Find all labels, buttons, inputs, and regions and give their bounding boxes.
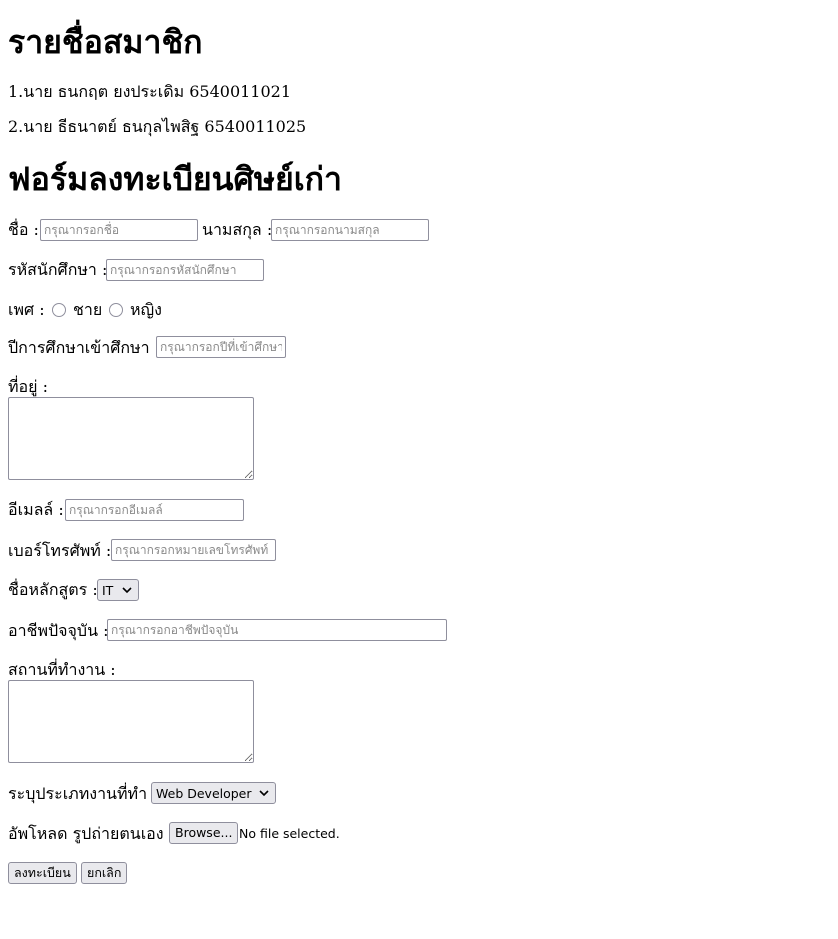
form-title: ฟอร์มลงทะเบียนศิษย์เก่า [8, 160, 342, 198]
workplace-label: สถานที่ทำงาน : [8, 660, 116, 679]
gender-male-radio[interactable] [52, 303, 66, 317]
student-id-input[interactable] [106, 259, 264, 281]
members-title: รายชื่อสมาชิก [8, 23, 203, 61]
student-id-label: รหัสนักศึกษา : [8, 260, 108, 279]
member-item-1: 1.นาย ธนกฤต ยงประเดิม 6540011021 [8, 82, 292, 101]
entry-year-label: ปีการศึกษาเข้าศึกษา : [8, 338, 161, 357]
first-name-label: ชื่อ : [8, 220, 39, 239]
course-select[interactable]: IT [97, 579, 139, 601]
last-name-label: นามสกุล : [202, 220, 273, 239]
chevron-down-icon [122, 587, 132, 594]
member-item-2: 2.นาย ธีธนาตย์ ธนกุลไพสิฐ 6540011025 [8, 117, 307, 136]
job-type-selected-value: Web Developer [156, 785, 252, 801]
first-name-input[interactable] [40, 219, 198, 241]
phone-input[interactable] [111, 539, 276, 561]
register-button[interactable]: ลงทะเบียน [8, 862, 77, 884]
last-name-input[interactable] [271, 219, 429, 241]
gender-male-label: ชาย [73, 300, 103, 319]
address-label: ที่อยู่ : [8, 377, 49, 396]
gender-female-label: หญิง [130, 300, 162, 319]
occupation-input[interactable] [107, 619, 447, 641]
gender-label: เพศ : [8, 300, 45, 319]
file-status-text: No file selected. [239, 826, 340, 841]
course-label: ชื่อหลักสูตร : [8, 580, 98, 599]
email-label: อีเมลล์ : [8, 500, 64, 519]
browse-button[interactable]: Browse... [169, 822, 239, 844]
phone-label: เบอร์โทรศัพท์ : [8, 541, 112, 560]
cancel-button[interactable]: ยกเลิก [81, 862, 128, 884]
job-type-select[interactable]: Web Developer [151, 782, 276, 804]
photo-label: อัพโหลด รูปถ่ายตนเอง : [8, 824, 175, 843]
occupation-label: อาชีพปัจจุบัน : [8, 621, 109, 640]
entry-year-input[interactable] [156, 336, 286, 358]
chevron-down-icon [259, 790, 269, 797]
workplace-textarea[interactable] [8, 680, 254, 763]
gender-female-radio[interactable] [109, 303, 123, 317]
job-type-label: ระบุประเภทงานที่ทำ : [8, 784, 158, 803]
course-selected-value: IT [102, 582, 114, 598]
email-input[interactable] [65, 499, 244, 521]
address-textarea[interactable] [8, 397, 254, 480]
